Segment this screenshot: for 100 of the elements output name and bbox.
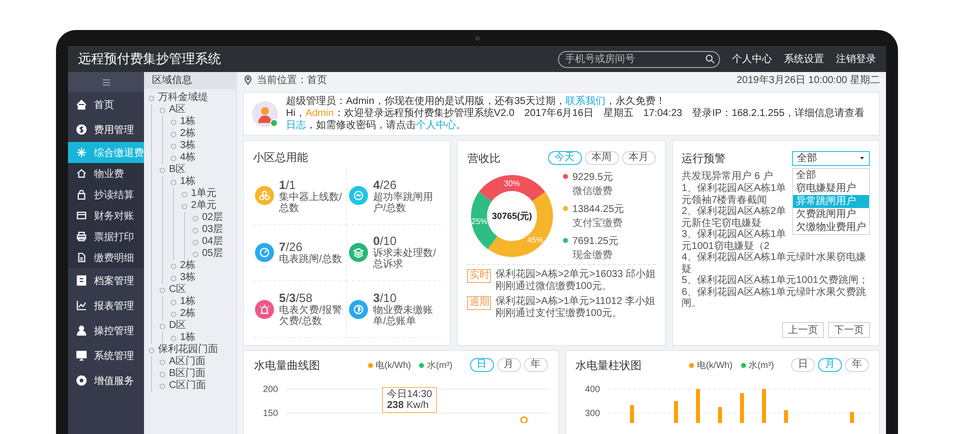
stat-label: 物业费未缴账单/总账单 xyxy=(373,305,434,328)
stat-value: 3/10 xyxy=(373,291,397,306)
legend-label: 现金缴费 xyxy=(572,248,614,262)
sub-nav-item[interactable]: 财务对账 xyxy=(68,205,144,226)
tree-node[interactable]: 2单元 xyxy=(181,200,217,212)
alarm-summary: 共发现异常用户 6 户 xyxy=(682,170,774,183)
tree-node[interactable]: 4栋 xyxy=(170,152,196,164)
period-tab[interactable]: 日 xyxy=(791,358,815,372)
nav-item[interactable]: 报表管理 xyxy=(68,293,144,318)
pager-button[interactable]: 上一页 xyxy=(782,322,824,338)
legend-label: 电(k/Wh) xyxy=(697,358,732,372)
nav-item[interactable]: 首页 xyxy=(68,92,144,117)
welcome-message: 超级管理员：Admin，你现在使用的是试用版，还有35天过期，联系我们，永久免费！ xyxy=(286,96,666,108)
tree-node[interactable]: 05层 xyxy=(192,248,224,260)
card-title: 营收比 xyxy=(467,152,500,166)
stat-value: 0/10 xyxy=(373,234,397,248)
period-tab[interactable]: 年 xyxy=(524,358,548,372)
tree-node[interactable]: C区门面 xyxy=(159,380,206,392)
filter-dropdown[interactable]: 全部 xyxy=(792,150,870,166)
header-link[interactable]: 系统设置 xyxy=(784,52,824,66)
card-title: 水电量柱状图 xyxy=(576,358,642,372)
tree-node[interactable]: 1栋 xyxy=(170,296,196,308)
dropdown-option[interactable]: 欠费跳闸用户 xyxy=(792,208,869,221)
card-title: 小区总用能 xyxy=(253,151,309,166)
sub-nav-item[interactable]: 物业费 xyxy=(68,163,144,184)
period-tab[interactable]: 年 xyxy=(845,358,869,372)
slice-label: 30% xyxy=(504,179,520,188)
tree-node[interactable]: 1单元 xyxy=(181,188,217,200)
legend-label: 水(m³) xyxy=(427,358,452,372)
donut-total: 30765(元) xyxy=(492,211,532,221)
panel-header: 区域信息 xyxy=(144,72,236,89)
tree-node[interactable]: 2栋 xyxy=(170,308,196,320)
breadcrumb: 当前位置：首页 xyxy=(257,74,327,87)
legend-label: 水(m³) xyxy=(748,358,774,372)
notice-text: 保利花园>A栋>1单元>11012 李小姐刚刚通过支付宝缴费100元。 xyxy=(495,296,656,320)
tree-node[interactable]: 04层 xyxy=(192,236,224,248)
stat-value: 1/1 xyxy=(279,178,296,192)
sub-nav-item[interactable]: 票据打印 xyxy=(68,226,144,247)
stat-label: 集中器上线数/总数 xyxy=(279,192,343,214)
tree-node[interactable]: 02层 xyxy=(192,212,224,224)
notice-text: 保利花园>A栋>2单元>16033 邱小姐刚刚通过微信缴费100元。 xyxy=(495,269,656,293)
status-tag: 逾期 xyxy=(467,296,492,310)
tree-node[interactable]: 1栋 xyxy=(170,176,196,188)
header-link[interactable]: 注销登录 xyxy=(836,52,876,66)
period-tab[interactable]: 本周 xyxy=(584,151,619,165)
tree-node[interactable]: 1栋 xyxy=(170,116,196,128)
sub-nav-item[interactable]: 抄读结算 xyxy=(68,184,144,205)
stat-label: 诉求未处理数/总诉求 xyxy=(373,248,437,270)
legend-label: 微信缴费 xyxy=(572,184,613,198)
tree-node[interactable]: 万科金域缇 xyxy=(148,92,208,104)
alarm-item: 3、保利花园A区A栋1单元1001窃电嫌疑（2 xyxy=(682,229,788,252)
tree-node[interactable]: 3栋 xyxy=(170,140,196,152)
search-field[interactable]: 手机号或房间号 xyxy=(558,50,720,68)
axis-label: 400 xyxy=(584,384,600,394)
sub-nav-item[interactable]: 缴费明细 xyxy=(68,247,144,268)
status-tag: 实时 xyxy=(467,269,492,283)
app-title: 远程预付费集抄管理系统 xyxy=(78,50,221,68)
tree-node[interactable]: 保利花园门面 xyxy=(148,344,218,356)
alarm-item: 1、保利花园A区A栋1单元领袖7楼青春截闻 xyxy=(682,183,788,206)
nav-item[interactable]: 费用管理 xyxy=(68,117,144,142)
tree-node[interactable]: 2栋 xyxy=(170,128,196,140)
period-tab[interactable]: 本月 xyxy=(622,151,656,165)
nav-item[interactable]: 系统管理 xyxy=(68,343,144,368)
dropdown-option[interactable]: 全部 xyxy=(792,169,869,182)
dropdown-option[interactable]: 窃电嫌疑用户 xyxy=(792,182,869,195)
legend-label: 电(k/Wh) xyxy=(376,358,411,372)
legend-amount: 7691.25元 xyxy=(572,235,618,248)
tree-node[interactable]: B区 xyxy=(159,164,186,176)
tree-node[interactable]: D区 xyxy=(159,320,186,332)
pager-button[interactable]: 下一页 xyxy=(828,322,870,338)
dropdown-option[interactable]: 欠缴物业费用户 xyxy=(792,221,869,234)
nav-item[interactable]: 档案管理 xyxy=(68,268,144,293)
axis-label: 300 xyxy=(584,408,600,418)
slice-label: 45% xyxy=(528,235,544,244)
welcome-message: Hi，Admin：欢迎登录远程预付费集抄管理系统V2.0 2017年6月16日 星期五 17:04:23 登录IP：168.2.1.255，详细信息请查看 日志，如需修改密码，请点击个人中心。 xyxy=(286,108,866,132)
tooltip-time: 今日14:30 xyxy=(387,389,432,400)
tree-node[interactable]: 1栋 xyxy=(170,332,196,344)
period-tab[interactable]: 月 xyxy=(496,358,520,372)
tree-node[interactable]: 2栋 xyxy=(170,260,196,272)
alarm-item: 5、保利花园A区A栋1单元1001欠费跳闸； xyxy=(682,275,870,286)
tree-node[interactable]: B区门面 xyxy=(159,368,206,380)
nav-item[interactable]: 操控管理 xyxy=(68,318,144,343)
tooltip-value: 238 Kw/h xyxy=(387,400,430,411)
slice-label: 25% xyxy=(472,217,488,226)
tree-node[interactable]: A区 xyxy=(159,104,186,116)
tree-node[interactable]: C区 xyxy=(159,284,186,296)
tree-node[interactable]: 03层 xyxy=(192,224,224,236)
tree-node[interactable]: A区门面 xyxy=(159,356,206,368)
card-title: 运行预警 xyxy=(682,152,726,166)
stat-value: 5/3/58 xyxy=(279,291,312,306)
stat-label: 电表欠费/报警欠费/总数 xyxy=(279,305,343,328)
stat-value: 4/26 xyxy=(373,178,397,192)
legend-amount: 9229.5元 xyxy=(572,171,613,184)
header-link[interactable]: 个人中心 xyxy=(732,52,772,66)
alarm-item: 6、保利花园A区A栋1单元绿叶水果欠费跳闸。 xyxy=(682,286,868,310)
tree-node[interactable]: 3栋 xyxy=(170,272,196,284)
axis-label: 200 xyxy=(262,384,278,394)
nav-item[interactable]: 增值服务 xyxy=(68,368,144,393)
legend-label: 支付宝缴费 xyxy=(572,216,624,230)
axis-label: 150 xyxy=(262,408,278,418)
